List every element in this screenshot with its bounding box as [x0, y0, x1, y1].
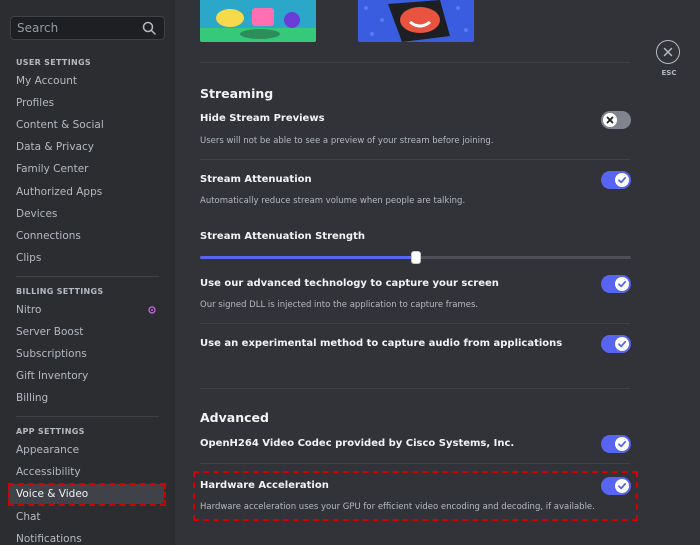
nitro-icon — [148, 306, 156, 314]
stream-preview-thumbnail-1 — [200, 0, 316, 42]
check-icon — [618, 340, 627, 348]
sidebar-item-billing[interactable]: Billing — [8, 388, 164, 408]
stream-attenuation-strength-label: Stream Attenuation Strength — [200, 231, 365, 242]
sidebar-item-content-social[interactable]: Content & Social — [8, 115, 164, 135]
sidebar-item-nitro[interactable]: Nitro — [8, 300, 164, 320]
toggle-knob — [615, 277, 629, 291]
capture-audio-toggle[interactable] — [601, 335, 631, 353]
sidebar-item-notifications[interactable]: Notifications — [8, 529, 164, 545]
search-input[interactable] — [17, 20, 137, 36]
section-divider — [200, 463, 630, 464]
sidebar-item-accessibility[interactable]: Accessibility — [8, 462, 164, 482]
search-box[interactable] — [10, 16, 165, 40]
toggle-knob — [603, 113, 617, 127]
check-icon — [618, 176, 627, 184]
sidebar-item-server-boost[interactable]: Server Boost — [8, 322, 164, 342]
sidebar-divider — [16, 276, 159, 277]
capture-screen-desc: Our signed DLL is injected into the appl… — [200, 300, 479, 310]
openh264-label: OpenH264 Video Codec provided by Cisco S… — [200, 438, 515, 449]
section-divider — [200, 388, 630, 389]
sidebar-item-chat[interactable]: Chat — [8, 507, 164, 527]
section-divider — [200, 323, 630, 324]
sidebar-item-appearance[interactable]: Appearance — [8, 440, 164, 460]
hardware-acceleration-highlight — [193, 471, 638, 521]
sidebar-item-gift-inventory[interactable]: Gift Inventory — [8, 366, 164, 386]
sidebar-item-my-account[interactable]: My Account — [8, 71, 164, 91]
settings-sidebar: USER SETTINGS My Account Profiles Conten… — [0, 0, 175, 545]
stream-preview-thumbnail-2 — [358, 0, 474, 42]
hide-stream-previews-desc: Users will not be able to see a preview … — [200, 136, 494, 146]
sidebar-item-subscriptions[interactable]: Subscriptions — [8, 344, 164, 364]
slider-fill — [200, 256, 416, 259]
sidebar-divider — [16, 416, 159, 417]
capture-screen-label: Use our advanced technology to capture y… — [200, 278, 499, 289]
sidebar-item-clips[interactable]: Clips — [8, 248, 164, 268]
advanced-header: Advanced — [200, 410, 269, 425]
stream-attenuation-desc: Automatically reduce stream volume when … — [200, 196, 466, 206]
openh264-toggle[interactable] — [601, 435, 631, 453]
toggle-knob — [615, 437, 629, 451]
stream-attenuation-label: Stream Attenuation — [200, 174, 312, 185]
sidebar-item-profiles[interactable]: Profiles — [8, 93, 164, 113]
close-button[interactable] — [656, 40, 680, 64]
app-settings-header: APP SETTINGS — [16, 427, 85, 436]
x-icon — [606, 116, 614, 124]
close-icon — [663, 47, 673, 57]
sidebar-item-label: Nitro — [16, 304, 42, 316]
hide-stream-previews-toggle[interactable] — [601, 111, 631, 129]
capture-audio-label: Use an experimental method to capture au… — [200, 338, 563, 349]
voice-video-highlight — [8, 483, 166, 506]
toggle-knob — [615, 337, 629, 351]
sidebar-item-connections[interactable]: Connections — [8, 226, 164, 246]
search-icon[interactable] — [142, 21, 156, 35]
stream-attenuation-toggle[interactable] — [601, 171, 631, 189]
section-divider — [200, 62, 630, 63]
check-icon — [618, 440, 627, 448]
capture-screen-toggle[interactable] — [601, 275, 631, 293]
sidebar-item-devices[interactable]: Devices — [8, 204, 164, 224]
sidebar-item-data-privacy[interactable]: Data & Privacy — [8, 137, 164, 157]
section-divider — [200, 159, 630, 160]
billing-settings-header: BILLING SETTINGS — [16, 287, 104, 296]
sidebar-item-family-center[interactable]: Family Center — [8, 159, 164, 179]
sidebar-item-authorized-apps[interactable]: Authorized Apps — [8, 182, 164, 202]
esc-label: ESC — [661, 69, 677, 77]
check-icon — [618, 280, 627, 288]
hide-stream-previews-label: Hide Stream Previews — [200, 113, 325, 124]
toggle-knob — [615, 173, 629, 187]
slider-handle[interactable] — [410, 251, 421, 264]
user-settings-header: USER SETTINGS — [16, 58, 91, 67]
streaming-header: Streaming — [200, 86, 274, 101]
